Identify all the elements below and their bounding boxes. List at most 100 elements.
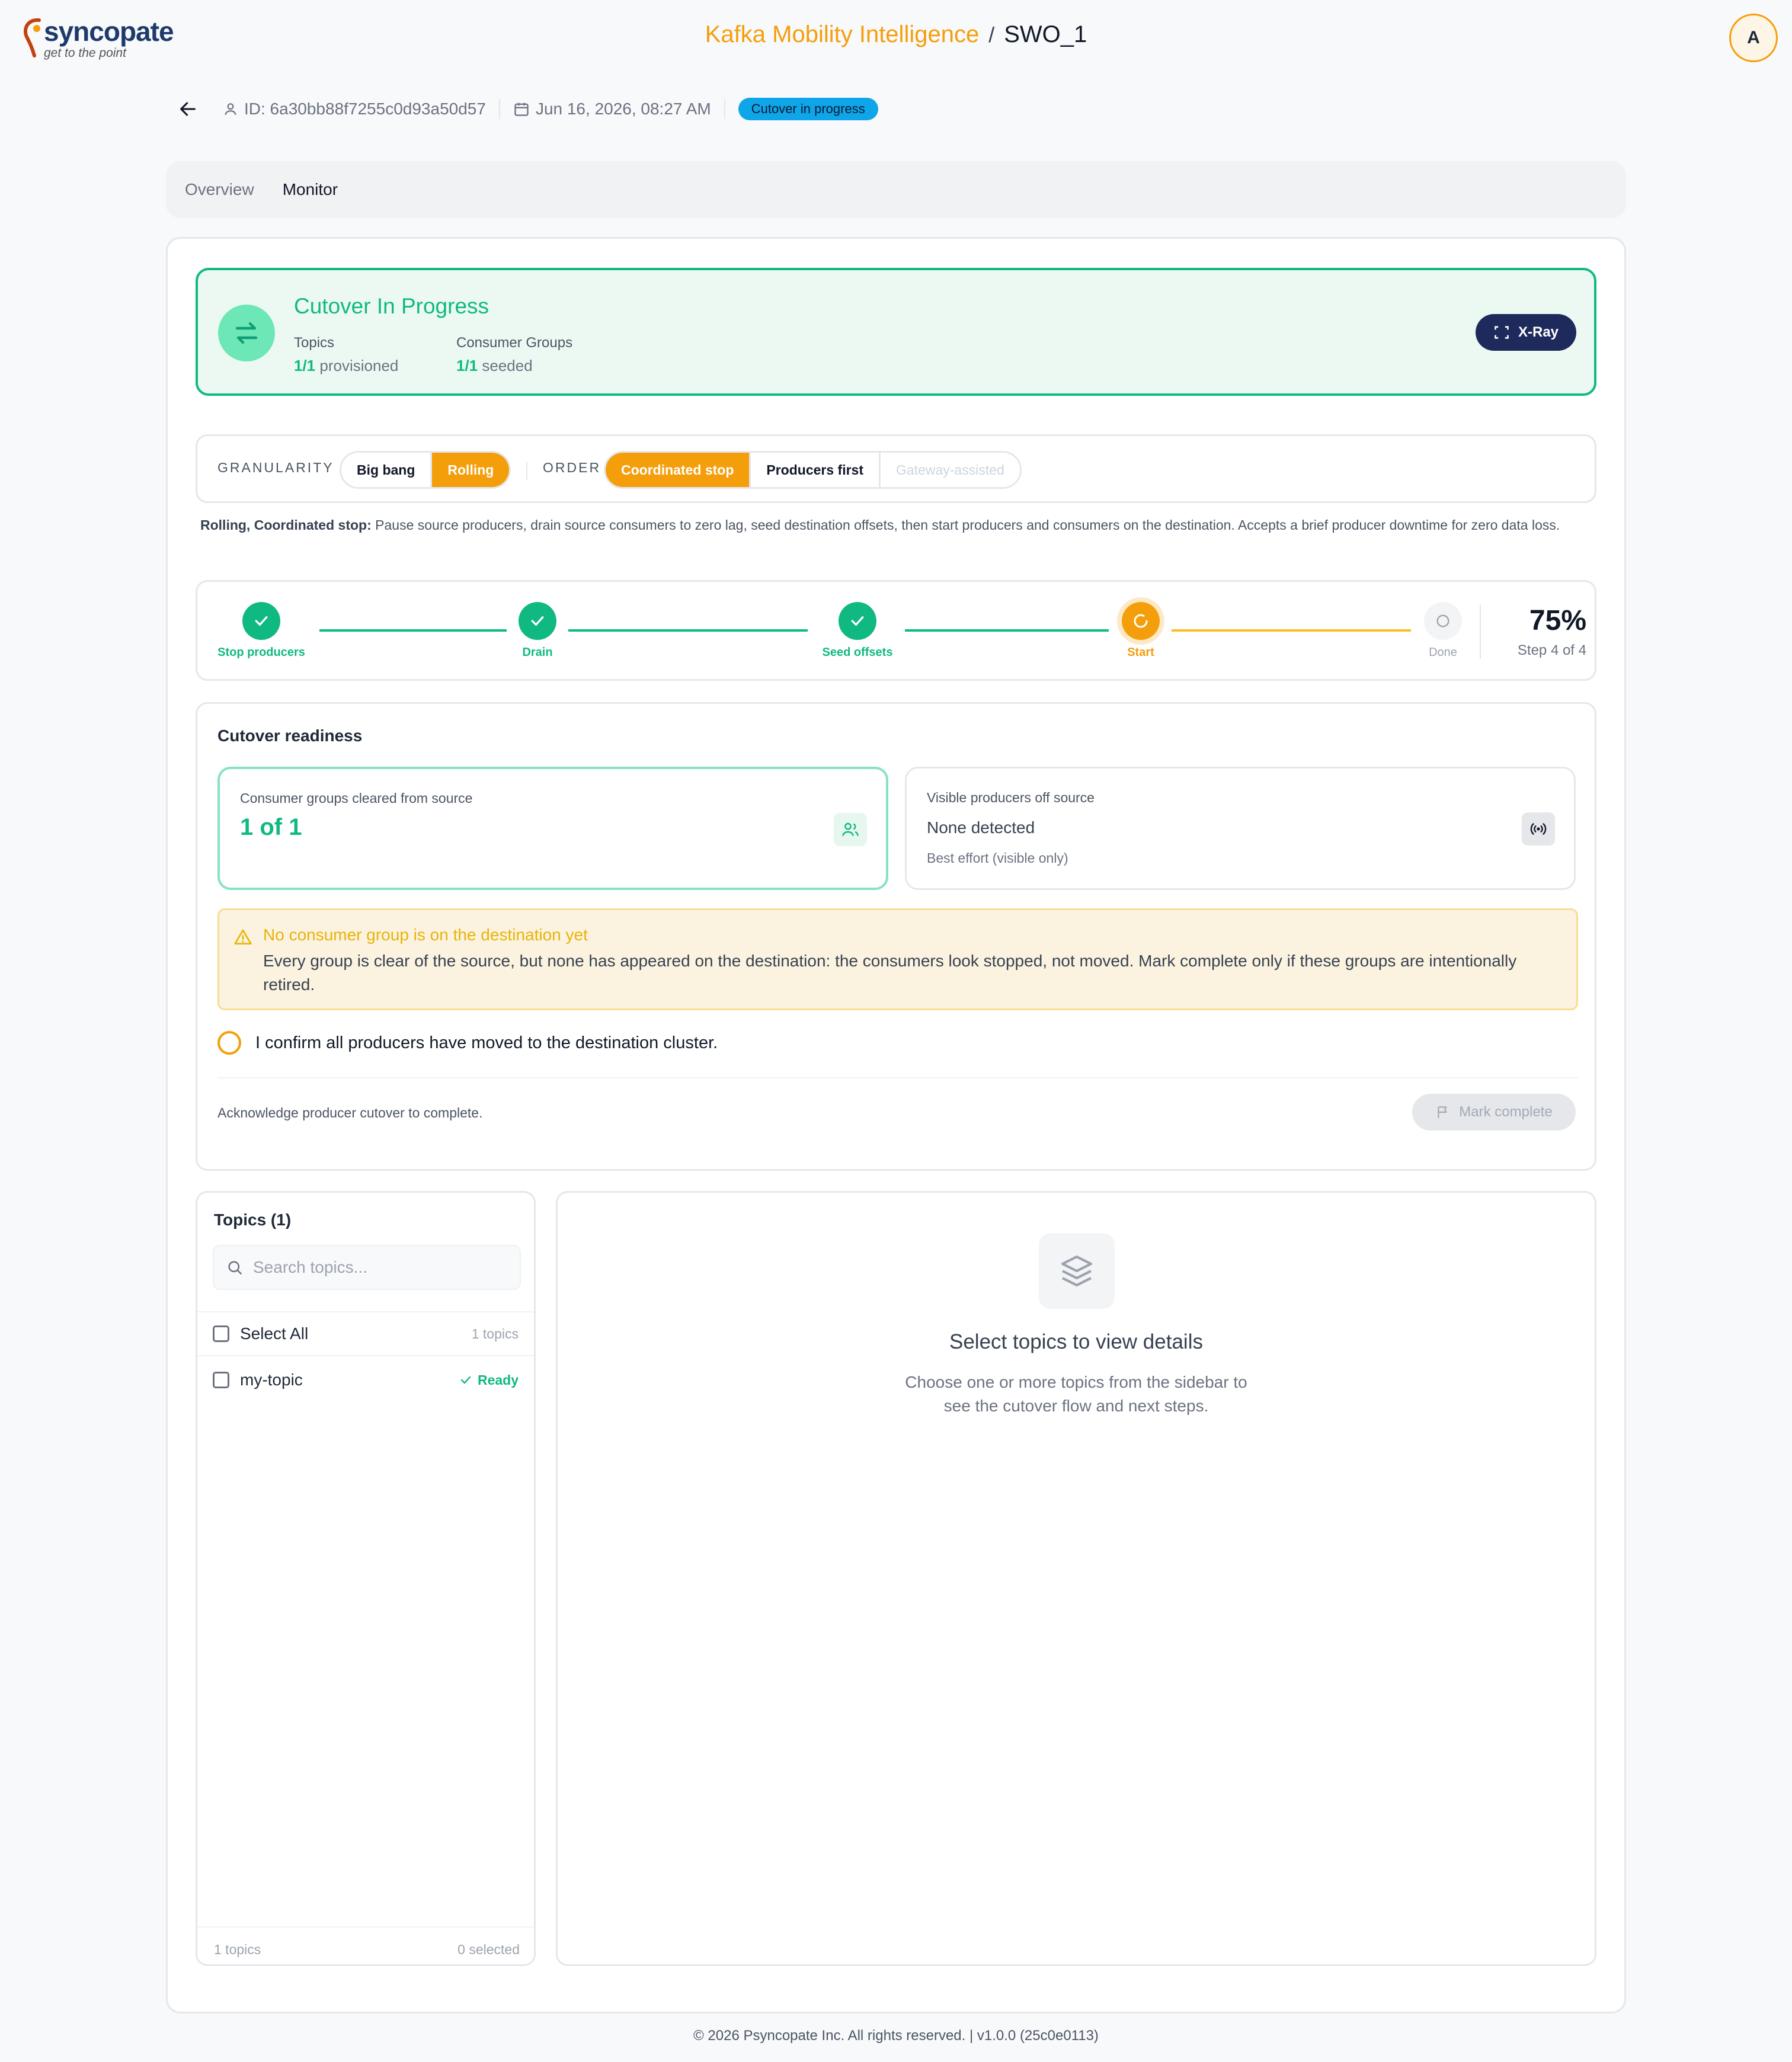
mark-complete-button[interactable]: Mark complete [1412,1094,1576,1131]
order-producers-first[interactable]: Producers first [751,453,881,487]
step-label-seed-offsets: Seed offsets [822,646,893,659]
topics-sidebar: Topics (1) Select All 1 topics my-topic … [196,1191,536,1966]
step-connector [568,629,808,632]
broadcast-icon [1522,812,1555,846]
meta-id: ID: 6a30bb88f7255c0d93a50d57 [223,100,486,119]
order-coordinated-stop[interactable]: Coordinated stop [606,453,751,487]
topic-list-item[interactable]: my-topic Ready [197,1357,534,1403]
strategy-divider [526,462,527,480]
brand-tagline: get to the point [44,46,126,60]
breadcrumb-current: SWO_1 [1004,21,1087,47]
warning-body: Every group is clear of the source, but … [263,952,1517,994]
flag-icon [1438,1106,1447,1118]
topics-footer-count: 1 topics [214,1942,261,1957]
step-connector-active [1172,629,1411,632]
topic-search [213,1245,521,1290]
meta-date-text: Jun 16, 2026, 08:27 AM [535,100,711,118]
cutover-stepper: Stop producers Drain Seed offsets Start … [196,580,1596,681]
topic-status-label: Ready [477,1372,519,1388]
confirm-radio[interactable] [217,1031,241,1055]
progress-percent: 75% [1529,605,1586,636]
step-label-drain: Drain [522,646,553,659]
check-icon [460,1376,471,1384]
step-label-start: Start [1127,646,1154,659]
confirm-producers-option[interactable]: I confirm all producers have moved to th… [217,1031,718,1055]
breadcrumb-separator: / [988,23,995,47]
users-icon [834,813,867,846]
select-all-checkbox[interactable] [213,1325,229,1342]
status-badge: Cutover in progress [738,98,878,120]
user-icon [225,103,236,116]
strategy-description: Rolling, Coordinated stop: Pause source … [200,513,1587,537]
layers-icon [1039,1233,1115,1309]
order-toggle: Coordinated stop Producers first Gateway… [604,451,1022,489]
readiness-title: Cutover readiness [217,726,363,745]
select-all-count: 1 topics [471,1325,519,1341]
empty-state-title: Select topics to view details [949,1330,1203,1353]
back-arrow-icon[interactable] [178,99,198,119]
granularity-rolling[interactable]: Rolling [432,453,510,487]
step-connector [905,629,1109,632]
topic-search-input[interactable] [253,1258,514,1277]
cutover-readiness-panel: Cutover readiness Consumer groups cleare… [196,702,1596,1171]
step-drain-check-icon [519,602,556,640]
step-stop-producers-check-icon [242,602,280,640]
xray-button[interactable]: X-Ray [1476,314,1576,351]
mark-complete-label: Mark complete [1459,1104,1553,1120]
cutover-summary-banner: Cutover In Progress Topics 1/1 provision… [196,268,1596,396]
step-label-done: Done [1429,646,1457,659]
swap-arrows-icon [218,305,275,361]
topics-footer-divider [197,1926,534,1927]
stat-cg-suffix: seeded [482,357,533,374]
confirm-text: I confirm all producers have moved to th… [255,1033,718,1052]
warning-triangle-icon [234,929,252,944]
topics-title: Topics (1) [214,1211,292,1229]
granularity-label: GRANULARITY [217,460,334,475]
empty-state-body: Choose one or more topics from the sideb… [905,1373,1247,1415]
prod-card-value: None detected [927,818,1035,837]
topic-checkbox[interactable] [213,1372,229,1388]
meta-row: ID: 6a30bb88f7255c0d93a50d57 Jun 16, 202… [178,95,878,123]
strategy-description-text: Pause source producers, drain source con… [375,517,1560,533]
stat-topics-label: Topics [294,335,335,351]
step-connector [319,629,507,632]
breadcrumb-app[interactable]: Kafka Mobility Intelligence [705,21,979,47]
warning-title: No consumer group is on the destination … [263,926,588,944]
prod-card-sub: Best effort (visible only) [927,850,1068,866]
producers-off-source-card: Visible producers off source None detect… [905,767,1576,890]
meta-date: Jun 16, 2026, 08:27 AM [513,100,711,119]
acknowledge-hint: Acknowledge producer cutover to complete… [217,1105,483,1120]
stat-topics-value: 1/1 [294,357,316,374]
stat-cg-value: 1/1 [456,357,478,374]
destination-warning: No consumer group is on the destination … [217,908,1578,1010]
order-gateway-assisted: Gateway-assisted [881,453,1020,487]
scan-frame-icon [1495,326,1509,339]
select-all-label: Select All [240,1324,309,1343]
progress-step-count: Step 4 of 4 [1517,642,1586,658]
step-start-spinner-icon [1122,602,1160,640]
xray-label: X-Ray [1518,324,1559,340]
readiness-divider [217,1077,1578,1078]
stat-consumer-groups: Consumer Groups 1/1 seeded [456,332,572,377]
topics-footer-selected: 0 selected [457,1942,520,1957]
strategy-description-bold: Rolling, Coordinated stop: [200,517,372,533]
tab-monitor[interactable]: Monitor [283,180,338,199]
stat-topics: Topics 1/1 provisioned [294,332,398,377]
avatar[interactable]: A [1729,14,1778,62]
order-label: ORDER [543,460,601,475]
breadcrumb: Kafka Mobility Intelligence / SWO_1 [0,21,1792,48]
strategy-bar: GRANULARITY Big bang Rolling ORDER Coord… [196,434,1596,503]
granularity-toggle: Big bang Rolling [340,451,511,489]
step-label-stop-producers: Stop producers [217,646,305,659]
page-footer: © 2026 Psyncopate Inc. All rights reserv… [693,2028,1099,2044]
topic-status: Ready [459,1372,519,1388]
prod-card-label: Visible producers off source [927,790,1095,805]
cg-card-label: Consumer groups cleared from source [240,790,473,806]
select-all-row[interactable]: Select All 1 topics [197,1311,534,1356]
granularity-big-bang[interactable]: Big bang [341,453,433,487]
tab-overview[interactable]: Overview [185,180,254,199]
summary-title: Cutover In Progress [294,294,489,318]
stat-cg-label: Consumer Groups [456,335,573,351]
cg-card-value: 1 of 1 [240,814,302,840]
consumer-groups-cleared-card: Consumer groups cleared from source 1 of… [217,767,888,890]
